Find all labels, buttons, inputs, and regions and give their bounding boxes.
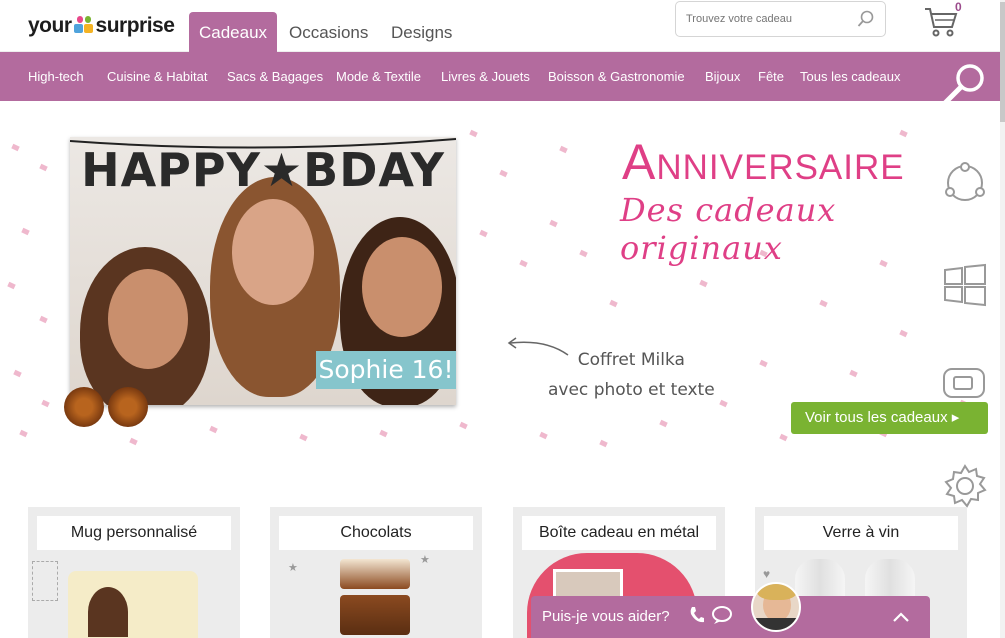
product-card-label: Mug personnalisé [37,516,231,550]
confetti-decoration [11,143,20,152]
category-high-tech[interactable]: High-tech [28,52,84,101]
site-header: your surprise Cadeaux Occasions Designs … [0,0,1005,52]
cart-icon[interactable] [924,6,958,43]
avatar-shirt [753,618,799,630]
confetti-decoration [39,315,48,324]
tab-designs[interactable]: Designs [381,12,462,52]
confetti-decoration [579,249,588,258]
scrollbar-thumb[interactable] [1000,2,1005,122]
confetti-decoration [21,227,30,236]
confetti-decoration [519,259,528,268]
category-tous-les-cadeaux[interactable]: Tous les cadeaux [800,52,900,101]
cart-count-badge: 0 [955,0,962,14]
confetti-decoration [499,169,508,178]
person-face [232,199,314,305]
confetti-decoration [609,299,618,308]
confetti-decoration [559,145,568,154]
search-input[interactable] [676,2,846,36]
confetti-decoration [779,433,788,442]
confetti-decoration [129,437,138,446]
chocolate-flower [64,387,104,427]
confetti-decoration [7,281,16,290]
confetti-decoration [19,429,28,438]
confetti-decoration [469,129,478,138]
chat-label: Puis-je vous aider? [542,608,670,625]
category-boisson-gastronomie[interactable]: Boisson & Gastronomie [548,52,685,101]
chat-bubble-icon [711,605,735,630]
category-fete[interactable]: Fête [758,52,784,101]
confetti-decoration [849,369,858,378]
tea-bag-decoration [32,561,58,601]
confetti-decoration [599,439,608,448]
product-card-chocolats[interactable]: Chocolats ★ ★ [270,507,482,638]
category-cuisine-habitat[interactable]: Cuisine & Habitat [107,52,207,101]
search-icon[interactable] [857,10,875,33]
product-card-label: Chocolats [279,516,473,550]
confetti-decoration [479,229,488,238]
confetti-decoration [41,399,50,408]
confetti-decoration [299,433,308,442]
caption-line-1: Coffret Milka [577,350,685,370]
avatar-hair [757,584,797,600]
confetti-decoration [759,359,768,368]
category-nav: High-tech Cuisine & Habitat Sacs & Bagag… [0,52,1000,106]
category-livres-jouets[interactable]: Livres & Jouets [441,52,530,101]
chat-widget[interactable]: Puis-je vous aider? [531,582,930,638]
star-icon: ★ [420,554,430,566]
hero-photo[interactable]: HAPPY★BDAY Sophie 16! [70,137,456,405]
heart-icon: ♥ [763,567,771,581]
chevron-up-icon[interactable] [893,610,909,628]
product-card-label: Verre à vin [764,516,958,550]
confetti-decoration [209,425,218,434]
person-face [362,237,442,337]
confetti-decoration [549,219,558,228]
confetti-decoration [719,399,728,408]
product-card-mug[interactable]: Mug personnalisé [28,507,240,638]
confetti-decoration [659,419,668,428]
search-box [675,1,886,37]
phone-icon [689,606,705,629]
product-image-chocolats: ★ ★ [270,554,482,638]
chocolate-piece [340,559,410,589]
product-card-label: Boîte cadeau en métal [522,516,716,550]
hero-caption: Coffret Milka avec photo et texte [548,345,715,405]
confetti-decoration [459,421,468,430]
windows-icon[interactable] [942,262,988,313]
category-mode-textile[interactable]: Mode & Textile [336,52,421,101]
confetti-decoration [39,163,48,172]
device-icon[interactable] [942,363,988,408]
product-image-mug [28,559,240,638]
confetti-decoration [13,369,22,378]
tab-cadeaux[interactable]: Cadeaux [189,12,278,52]
logo-text-left: your [28,14,72,37]
star-icon: ★ [288,562,298,574]
hero-banner: HAPPY★BDAY Sophie 16! Anniversaire Des c… [0,101,1000,491]
chocolate-flower [108,387,148,427]
mug-photo [88,587,128,637]
site-logo[interactable]: your surprise [28,14,175,38]
confetti-decoration [819,299,828,308]
tab-occasions[interactable]: Occasions [279,12,378,52]
hero-title: Anniversaire [622,134,905,190]
confetti-decoration [699,279,708,288]
confetti-decoration [379,429,388,438]
logo-text-right: surprise [95,14,175,37]
page: your surprise Cadeaux Occasions Designs … [0,0,1005,638]
category-sacs-bagages[interactable]: Sacs & Bagages [227,52,323,101]
confetti-decoration [899,329,908,338]
globe-network-icon[interactable] [942,160,988,211]
confetti-decoration [539,431,548,440]
logo-gift-icon [73,16,94,36]
vertical-scrollbar[interactable] [1000,0,1005,638]
chat-agent-avatar [751,582,801,632]
happy-bday-banner: HAPPY★BDAY [81,143,445,197]
person-face [108,269,188,369]
category-bijoux[interactable]: Bijoux [705,52,740,101]
chocolate-piece [340,595,410,635]
caption-line-2: avec photo et texte [548,380,715,400]
photo-name-tag: Sophie 16! [316,351,456,389]
